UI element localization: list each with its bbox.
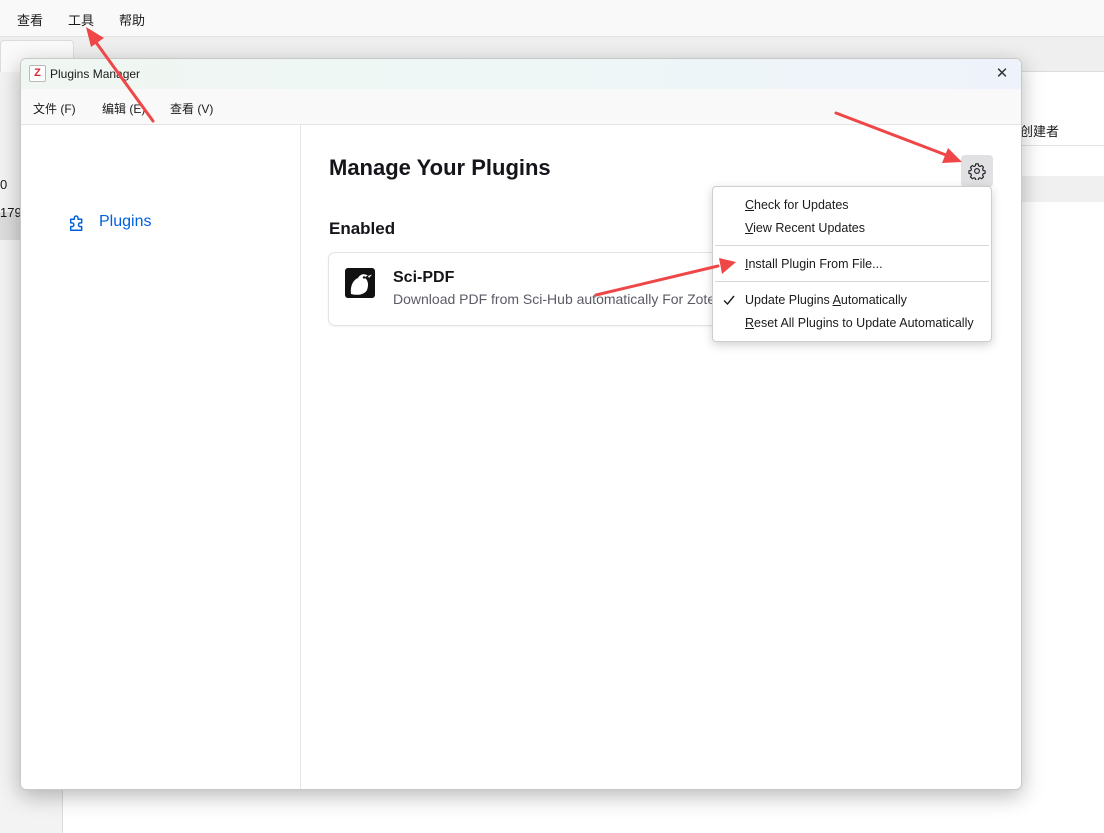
menu-item-label: nstall Plugin From File... bbox=[748, 257, 883, 271]
bg-menu-tools[interactable]: 工具 bbox=[68, 10, 94, 29]
bg-menu-view[interactable]: 查看 bbox=[17, 10, 43, 29]
menu-item-view-recent-updates[interactable]: View Recent Updates bbox=[745, 221, 865, 235]
menu-file[interactable]: 文件 (F) bbox=[33, 100, 76, 117]
menu-item-label: utomatically bbox=[840, 293, 907, 307]
plugins-manager-dialog: Z Plugins Manager ✕ 文件 (F) 编辑 (E) 查看 (V)… bbox=[20, 58, 1022, 790]
sidebar-item-label: Plugins bbox=[99, 213, 152, 230]
plugin-description: Download PDF from Sci-Hub automatically … bbox=[393, 291, 728, 307]
access-key: A bbox=[832, 293, 841, 307]
background-column-header-creator[interactable]: 创建者 bbox=[1020, 121, 1059, 140]
access-key: C bbox=[745, 198, 755, 212]
access-key: R bbox=[745, 316, 755, 330]
title-bar[interactable]: Z Plugins Manager ✕ bbox=[21, 59, 1021, 89]
settings-gear-button[interactable] bbox=[961, 155, 993, 187]
menu-item-label: Update Plugins bbox=[745, 293, 833, 307]
sidebar-item-plugins[interactable]: Plugins bbox=[67, 209, 151, 235]
zotero-z-icon: Z bbox=[29, 65, 46, 82]
sidebar: Plugins bbox=[21, 125, 301, 789]
menu-view[interactable]: 查看 (V) bbox=[170, 100, 213, 117]
menu-item-update-plugins-automatically[interactable]: Update Plugins Automatically bbox=[745, 293, 907, 307]
menu-item-install-plugin-from-file[interactable]: Install Plugin From File... bbox=[745, 257, 883, 271]
menu-item-label: eset All Plugins to Update Automatically bbox=[754, 316, 974, 330]
menu-edit[interactable]: 编辑 (E) bbox=[102, 100, 145, 117]
section-heading-enabled: Enabled bbox=[329, 219, 396, 238]
background-left-item[interactable]: 0 bbox=[0, 177, 7, 192]
puzzle-piece-icon bbox=[69, 215, 83, 231]
window-title: Plugins Manager bbox=[50, 67, 141, 81]
dialog-menubar: 文件 (F) 编辑 (E) 查看 (V) bbox=[21, 89, 1021, 125]
menu-separator bbox=[715, 245, 989, 246]
checkmark-icon bbox=[723, 295, 735, 306]
menu-item-label: iew Recent Updates bbox=[753, 221, 865, 235]
bg-menu-help[interactable]: 帮助 bbox=[119, 10, 145, 29]
menu-item-label: heck for Updates bbox=[754, 198, 849, 212]
background-left-item[interactable]: 179 bbox=[0, 205, 22, 220]
access-key: V bbox=[745, 221, 754, 235]
bird-icon bbox=[345, 268, 375, 298]
menu-item-reset-all-plugins[interactable]: Reset All Plugins to Update Automaticall… bbox=[745, 316, 974, 330]
page-title: Manage Your Plugins bbox=[329, 155, 551, 180]
menu-item-check-for-updates[interactable]: Check for Updates bbox=[745, 198, 849, 212]
close-button[interactable]: ✕ bbox=[991, 63, 1013, 85]
plugin-name: Sci-PDF bbox=[393, 269, 455, 286]
menu-separator bbox=[715, 281, 989, 282]
gear-popup-menu: Check for Updates View Recent Updates In… bbox=[712, 186, 992, 342]
background-menubar: 查看 工具 帮助 bbox=[0, 0, 1104, 37]
gear-icon bbox=[968, 163, 986, 180]
background-table-row[interactable] bbox=[1020, 176, 1104, 202]
close-icon: ✕ bbox=[995, 65, 1009, 82]
